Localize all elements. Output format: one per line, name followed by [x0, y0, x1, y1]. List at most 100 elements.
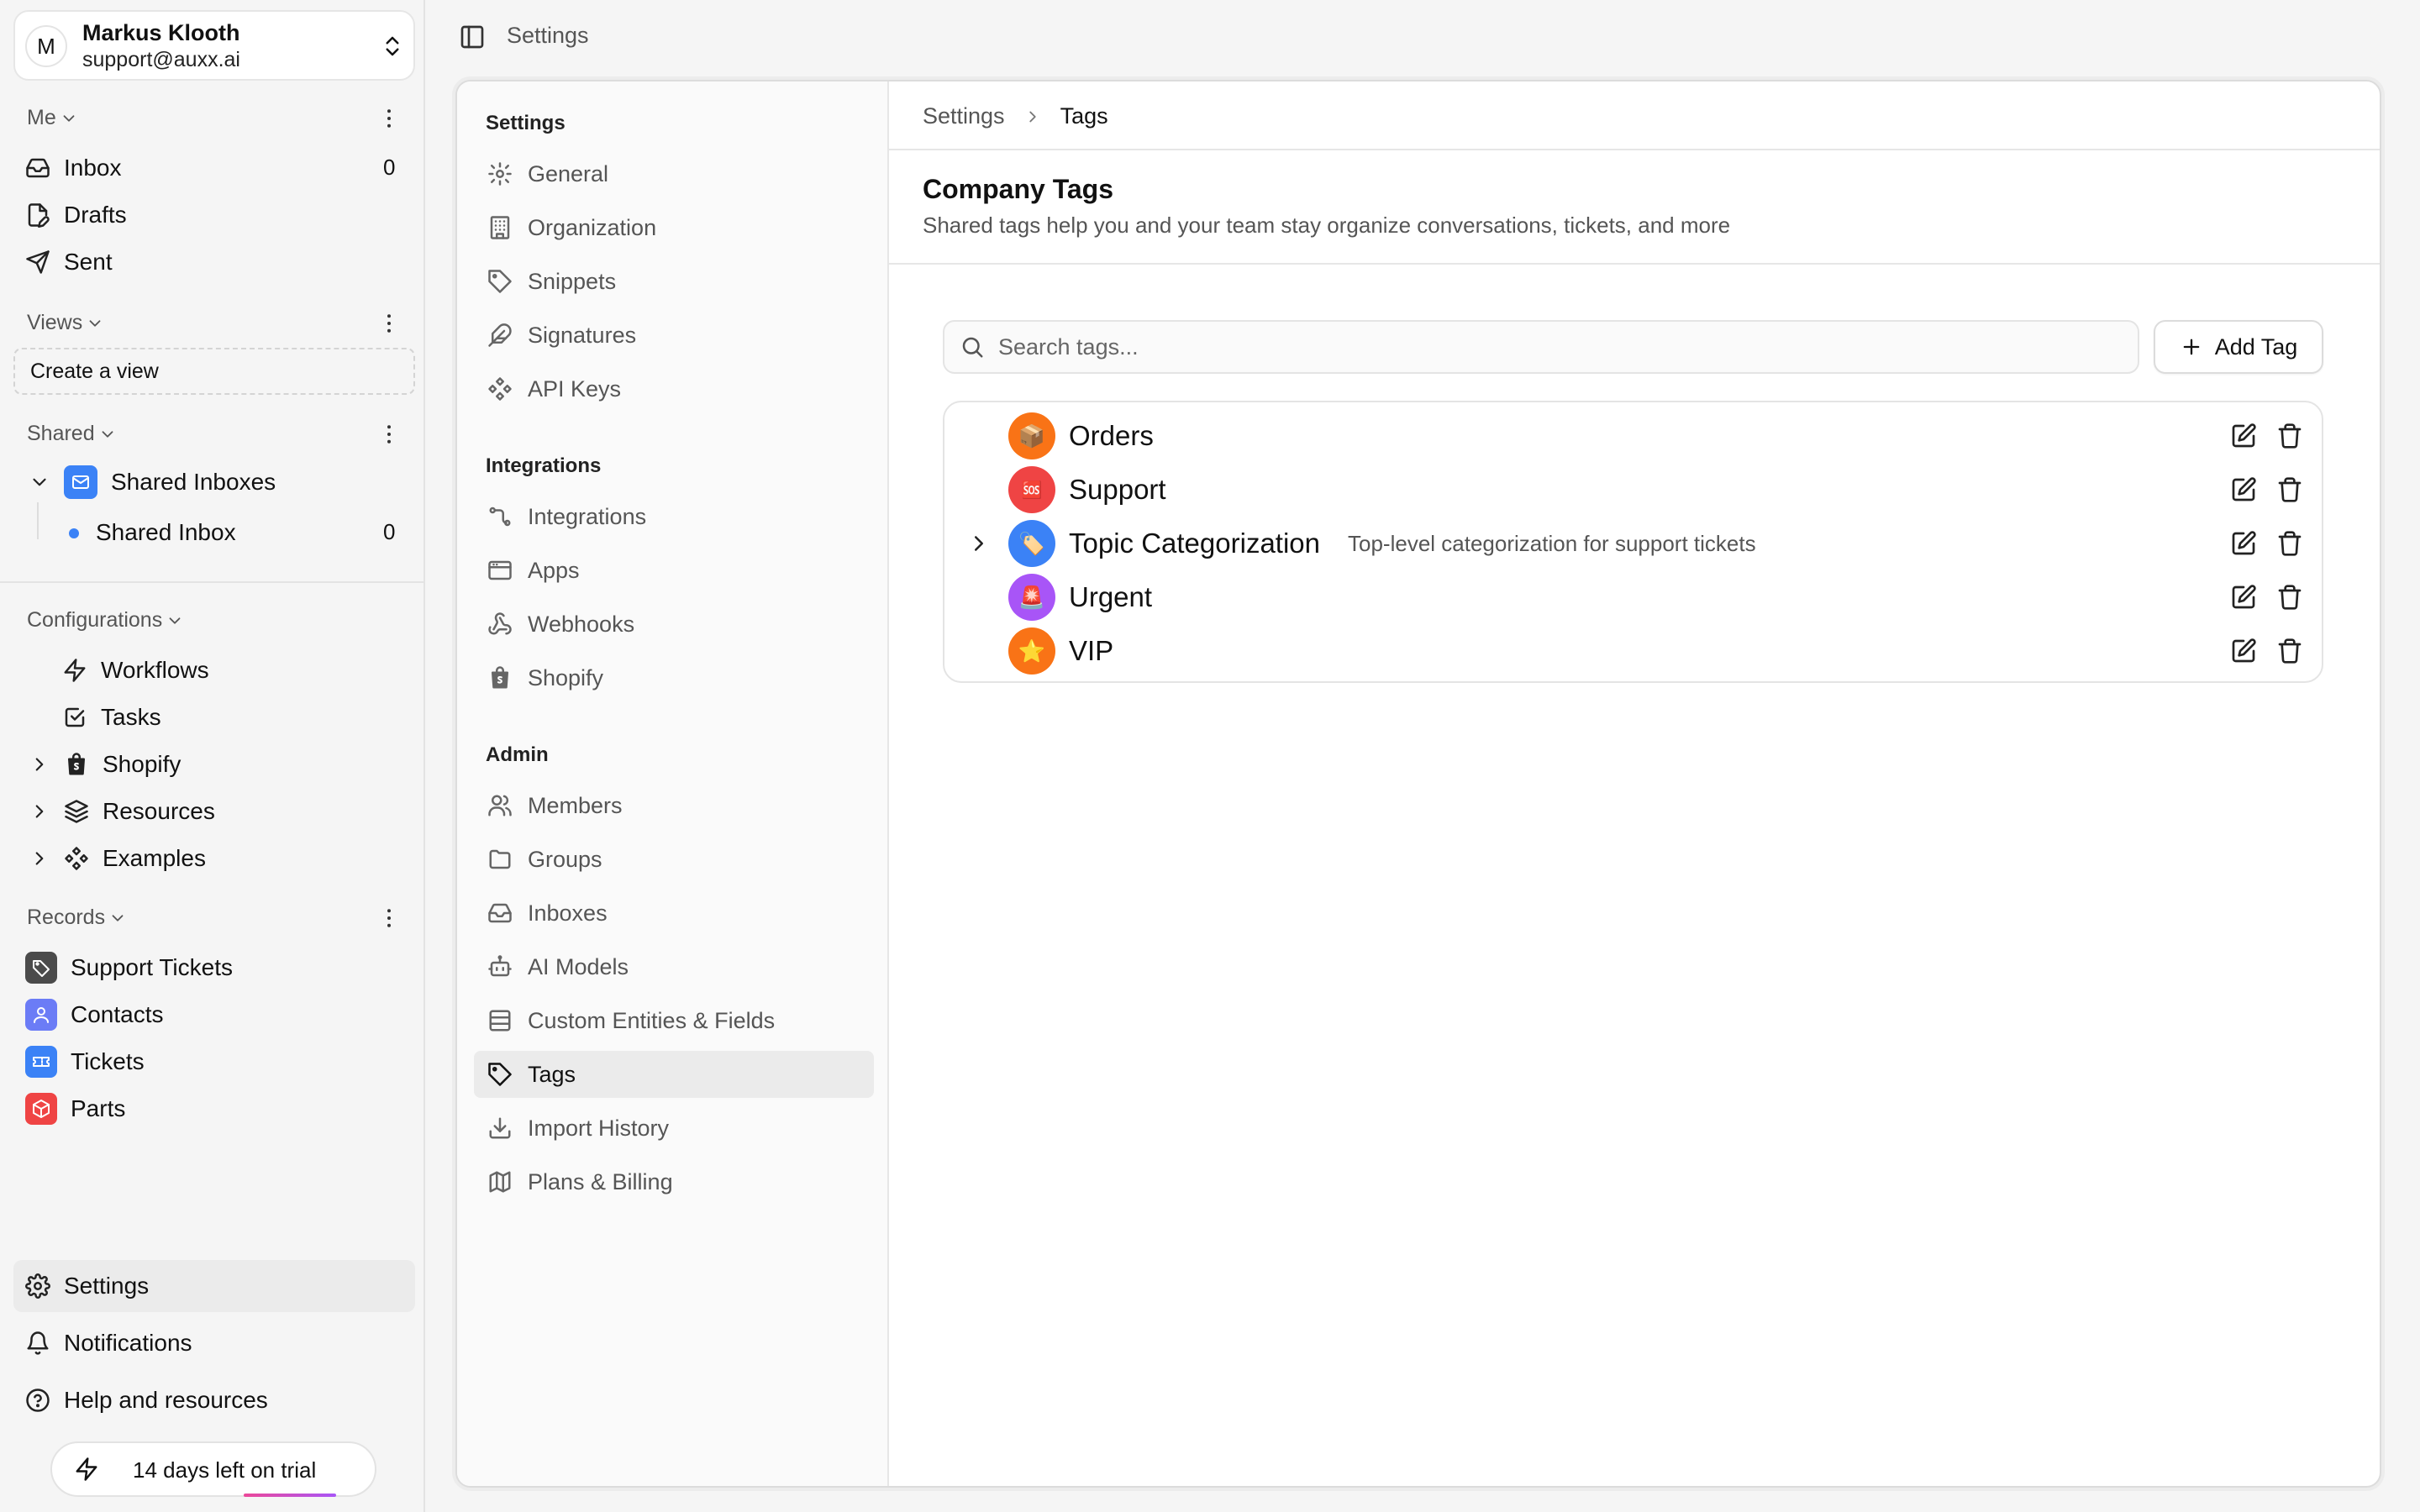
subnav-shopify[interactable]: Shopify: [474, 654, 874, 701]
nav-resources-label: Resources: [103, 798, 215, 824]
subnav-signatures-label: Signatures: [528, 322, 637, 348]
subnav-api-keys[interactable]: API Keys: [474, 365, 874, 412]
nav-sent[interactable]: Sent: [25, 244, 403, 281]
nav-inbox[interactable]: Inbox: [25, 150, 403, 186]
subnav-ai-models[interactable]: AI Models: [474, 943, 874, 990]
component-icon: [488, 377, 512, 401]
subnav-general-label: General: [528, 160, 609, 186]
tag-emoji: ⭐: [1008, 627, 1055, 675]
webhook-icon: [488, 612, 512, 635]
trial-progress-accent: [244, 1494, 336, 1497]
records-more-icon[interactable]: [376, 906, 402, 931]
nav-inbox-label: Inbox: [64, 155, 122, 181]
section-shared-toggle[interactable]: Shared: [27, 422, 117, 446]
sidebar-toggle-icon[interactable]: [459, 24, 486, 50]
ticket-icon: [25, 1046, 57, 1078]
divider: [0, 581, 425, 583]
subnav-webhooks[interactable]: Webhooks: [474, 601, 874, 648]
nav-contacts[interactable]: Contacts: [25, 996, 403, 1033]
app-sidebar: M Markus Klooth support@auxx.ai Me Inbox…: [0, 0, 425, 1512]
nav-support-tickets-label: Support Tickets: [71, 954, 233, 980]
subnav-groups[interactable]: Groups: [474, 836, 874, 883]
breadcrumb-settings[interactable]: Settings: [923, 103, 1005, 129]
nav-tasks[interactable]: Tasks: [62, 699, 440, 736]
subnav-api-keys-label: API Keys: [528, 375, 622, 402]
subnav-members-label: Members: [528, 792, 623, 818]
trial-button[interactable]: 14 days left on trial: [50, 1441, 376, 1497]
subnav-plans-billing[interactable]: Plans & Billing: [474, 1158, 874, 1205]
trash-icon[interactable]: [2276, 476, 2303, 503]
subnav-members[interactable]: Members: [474, 782, 874, 829]
nav-workflows[interactable]: Workflows: [62, 652, 440, 689]
subnav-inboxes[interactable]: Inboxes: [474, 890, 874, 937]
subnav-settings-heading: Settings: [486, 112, 566, 134]
shared-inboxes-label: Shared Inboxes: [111, 469, 276, 495]
nav-help[interactable]: Help and resources: [25, 1382, 403, 1419]
nav-support-tickets[interactable]: Support Tickets: [25, 949, 403, 986]
me-more-icon[interactable]: [376, 106, 402, 131]
trash-icon[interactable]: [2276, 638, 2303, 664]
subnav-import-history[interactable]: Import History: [474, 1105, 874, 1152]
tag-emoji: 🆘: [1008, 466, 1055, 513]
chevron-down-icon: [33, 478, 46, 486]
edit-icon[interactable]: [2230, 584, 2257, 611]
section-records-toggle[interactable]: Records: [27, 906, 127, 930]
nav-shared-inboxes[interactable]: Shared Inboxes: [29, 464, 407, 501]
views-more-icon[interactable]: [376, 311, 402, 336]
section-me-toggle[interactable]: Me: [27, 106, 78, 130]
nav-examples[interactable]: Examples: [29, 840, 407, 877]
avatar: M: [25, 25, 67, 67]
subnav-integrations[interactable]: Integrations: [474, 493, 874, 540]
nav-parts[interactable]: Parts: [25, 1090, 403, 1127]
zap-icon: [76, 1457, 97, 1481]
shared-more-icon[interactable]: [376, 422, 402, 447]
subnav-signatures[interactable]: Signatures: [474, 312, 874, 359]
trash-icon[interactable]: [2276, 423, 2303, 449]
nav-resources[interactable]: Resources: [29, 793, 407, 830]
tag-row[interactable]: 🆘 Support: [944, 465, 2322, 515]
nav-notifications[interactable]: Notifications: [25, 1325, 403, 1362]
account-switcher[interactable]: M Markus Klooth support@auxx.ai: [13, 10, 415, 81]
nav-settings[interactable]: Settings: [25, 1268, 403, 1305]
tag-row[interactable]: 📦 Orders: [944, 411, 2322, 461]
subnav-admin-heading: Admin: [486, 743, 549, 766]
tag-search[interactable]: [943, 320, 2139, 374]
tag-row[interactable]: 🏷️ Topic Categorization Top-level catego…: [944, 518, 2322, 569]
subnav-custom-entities[interactable]: Custom Entities & Fields: [474, 997, 874, 1044]
trash-icon[interactable]: [2276, 584, 2303, 611]
nav-shopify[interactable]: Shopify: [29, 746, 407, 783]
send-icon: [26, 250, 50, 274]
edit-icon[interactable]: [2230, 476, 2257, 503]
chevron-down-icon: [89, 319, 101, 327]
subnav-tags[interactable]: Tags: [474, 1051, 874, 1098]
nav-notifications-label: Notifications: [64, 1330, 192, 1356]
add-tag-button[interactable]: Add Tag: [2154, 320, 2323, 374]
tag-row[interactable]: 🚨 Urgent: [944, 572, 2322, 622]
trash-icon[interactable]: [2276, 530, 2303, 557]
subnav-general[interactable]: General: [474, 150, 874, 197]
subnav-apps[interactable]: Apps: [474, 547, 874, 594]
chevron-right-icon: [35, 758, 44, 771]
tag-row[interactable]: ⭐ VIP: [944, 626, 2322, 676]
tag-name: Topic Categorization: [1069, 528, 1320, 559]
edit-icon[interactable]: [2230, 530, 2257, 557]
shared-inbox-count: 0: [383, 519, 396, 544]
nav-tickets[interactable]: Tickets: [25, 1043, 403, 1080]
subnav-organization-label: Organization: [528, 214, 657, 240]
search-input[interactable]: [998, 333, 2091, 360]
nav-drafts[interactable]: Drafts: [25, 197, 403, 234]
tag-name: VIP: [1069, 635, 1114, 666]
edit-icon[interactable]: [2230, 638, 2257, 664]
subnav-snippets[interactable]: Snippets: [474, 258, 874, 305]
edit-icon[interactable]: [2230, 423, 2257, 449]
user-name: Markus Klooth: [82, 20, 240, 45]
inbox-icon: [26, 158, 50, 178]
shared-inbox-label: Shared Inbox: [96, 519, 236, 545]
chevron-right-icon[interactable]: [966, 531, 992, 556]
subnav-groups-label: Groups: [528, 846, 602, 872]
nav-settings-label: Settings: [64, 1273, 150, 1299]
section-configurations-toggle[interactable]: Configurations: [27, 608, 184, 633]
section-views-toggle[interactable]: Views: [27, 311, 104, 335]
create-view-button[interactable]: Create a view: [13, 348, 415, 395]
subnav-organization[interactable]: Organization: [474, 204, 874, 251]
